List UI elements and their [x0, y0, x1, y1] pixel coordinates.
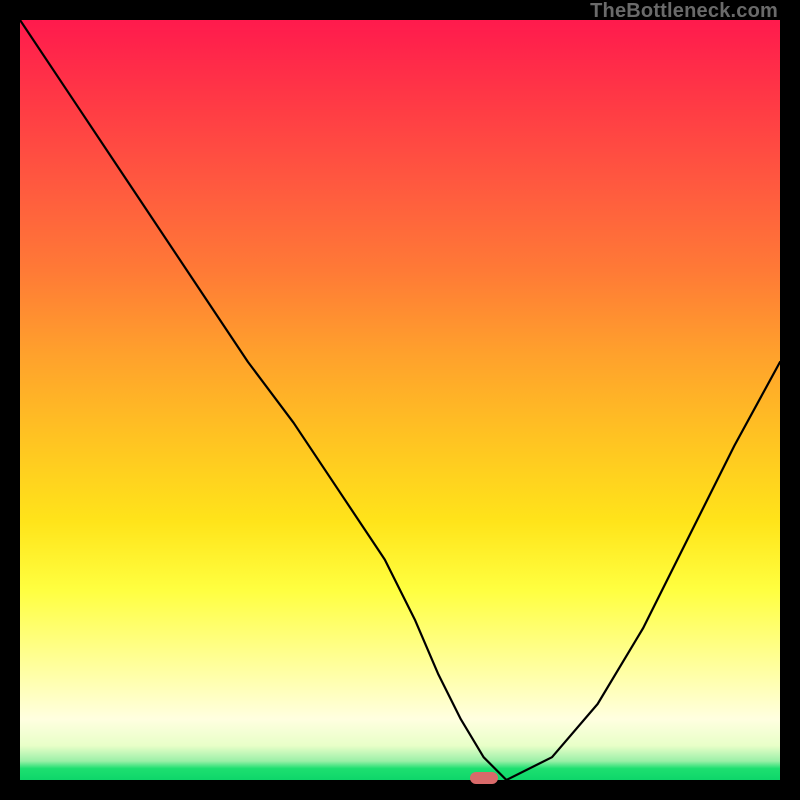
bottleneck-curve [20, 20, 780, 780]
plot-area [20, 20, 780, 780]
chart-container: TheBottleneck.com [0, 0, 800, 800]
optimal-marker [470, 772, 498, 784]
